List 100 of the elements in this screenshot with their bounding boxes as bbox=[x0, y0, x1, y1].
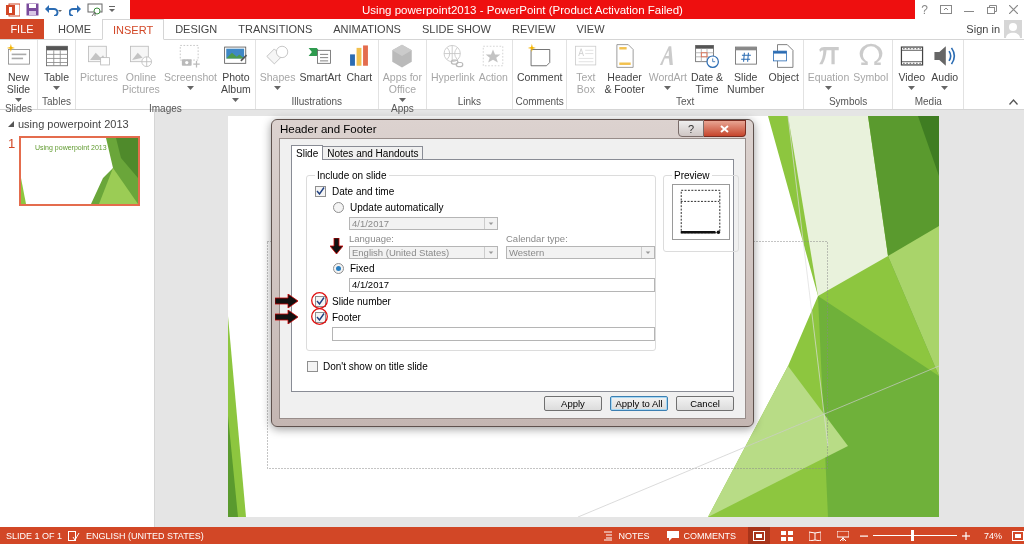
group-label: Comments bbox=[515, 95, 564, 109]
dialog-tab[interactable]: Notes and Handouts bbox=[322, 146, 424, 159]
ribbon-button[interactable]: Slide Number bbox=[725, 40, 767, 95]
checkbox[interactable] bbox=[315, 311, 326, 323]
dialog-tab[interactable]: Slide bbox=[291, 145, 324, 160]
reading-view-icon bbox=[809, 530, 821, 541]
expanded-triangle-icon[interactable] bbox=[8, 121, 14, 127]
ribbon-tab[interactable]: DESIGN bbox=[165, 19, 228, 39]
down-arrow-icon bbox=[330, 238, 343, 254]
view-button[interactable] bbox=[748, 527, 770, 544]
ribbon-tab[interactable]: SLIDE SHOW bbox=[411, 19, 501, 39]
save-icon[interactable] bbox=[26, 3, 39, 16]
caret-icon bbox=[15, 98, 22, 102]
ribbon-tab[interactable]: INSERT bbox=[102, 19, 165, 40]
highlight-circle bbox=[311, 308, 328, 325]
object-icon bbox=[770, 43, 797, 69]
collapse-ribbon-icon[interactable] bbox=[1009, 99, 1018, 105]
group-label: Images bbox=[149, 102, 182, 115]
notes-button[interactable]: NOTES bbox=[596, 530, 656, 541]
online-picture-icon bbox=[127, 43, 154, 69]
slide-sorter-icon bbox=[781, 530, 793, 541]
group-label: Illustrations bbox=[291, 95, 343, 109]
normal-view-icon bbox=[753, 530, 765, 541]
notes-icon bbox=[602, 530, 615, 541]
ribbon-button[interactable]: SmartArt bbox=[297, 40, 343, 95]
ribbon-button[interactable]: New Slide bbox=[2, 40, 35, 102]
radio-label[interactable]: Update automatically bbox=[350, 201, 444, 213]
checkbox-label[interactable]: Don't show on title slide bbox=[323, 360, 428, 372]
ribbon-button[interactable]: Photo Album bbox=[219, 40, 253, 102]
help-button[interactable]: ? bbox=[678, 120, 704, 137]
text-box-icon bbox=[572, 43, 599, 69]
comments-button[interactable]: COMMENTS bbox=[661, 530, 742, 541]
caret-icon bbox=[274, 86, 282, 90]
group-label: Links bbox=[457, 95, 482, 109]
restore-icon[interactable] bbox=[986, 5, 997, 14]
ribbon-button[interactable]: Video bbox=[895, 40, 929, 95]
checkbox[interactable] bbox=[307, 360, 318, 372]
ribbon-tab[interactable]: TRANSITIONS bbox=[228, 19, 323, 39]
checkbox-label[interactable]: Slide number bbox=[332, 295, 391, 307]
redo-icon[interactable] bbox=[69, 3, 81, 16]
radio-button[interactable] bbox=[333, 262, 344, 274]
close-icon[interactable] bbox=[1008, 5, 1018, 14]
undo-icon[interactable] bbox=[45, 3, 63, 16]
ribbon-tab[interactable]: HOME bbox=[48, 19, 101, 39]
caret-icon bbox=[398, 98, 406, 102]
fit-slide-icon[interactable] bbox=[1012, 530, 1024, 541]
ribbon-button[interactable]: Audio bbox=[928, 40, 962, 95]
presentation-icon[interactable] bbox=[87, 2, 103, 17]
comment-icon bbox=[526, 43, 553, 69]
checkbox-label[interactable]: Date and time bbox=[332, 185, 395, 197]
picture-icon bbox=[85, 43, 112, 69]
checkbox[interactable] bbox=[315, 185, 326, 197]
slider-thumb[interactable] bbox=[910, 530, 914, 541]
language-indicator[interactable]: ENGLISH (UNITED STATES) bbox=[86, 530, 204, 541]
close-button[interactable] bbox=[704, 120, 746, 137]
proofing-icon[interactable] bbox=[68, 530, 81, 541]
ribbon-button[interactable]: Chart bbox=[342, 40, 376, 95]
dialog-button[interactable]: Apply to All bbox=[610, 396, 668, 411]
ribbon-button[interactable]: Table bbox=[40, 40, 73, 95]
file-tab[interactable]: FILE bbox=[0, 19, 44, 39]
slide-number: 1 bbox=[8, 136, 17, 153]
caret-icon bbox=[53, 86, 60, 90]
radio-label[interactable]: Fixed bbox=[350, 262, 375, 274]
ribbon-button[interactable]: Header & Footer bbox=[602, 40, 647, 95]
dialog-button[interactable]: Cancel bbox=[676, 396, 734, 411]
zoom-in-icon[interactable] bbox=[962, 531, 970, 540]
sign-in-link[interactable]: Sign in bbox=[966, 23, 1000, 35]
right-arrow-icon bbox=[275, 310, 298, 324]
film-icon bbox=[898, 43, 925, 69]
table-icon bbox=[43, 43, 70, 69]
slide-preview-drawing bbox=[672, 184, 730, 240]
ribbon-button[interactable]: Object bbox=[766, 40, 801, 95]
zoom-level[interactable]: 74% bbox=[984, 530, 1002, 541]
ribbon-tab[interactable]: VIEW bbox=[566, 19, 615, 39]
ribbon-button[interactable]: Date & Time bbox=[689, 40, 726, 95]
help-button[interactable]: ? bbox=[921, 2, 928, 17]
group-label: Symbols bbox=[828, 95, 868, 109]
ribbon-tab[interactable]: REVIEW bbox=[502, 19, 566, 39]
date-field[interactable]: 4/1/2017 bbox=[349, 277, 655, 292]
checkbox[interactable] bbox=[315, 295, 326, 307]
caret-icon bbox=[941, 86, 949, 90]
caret-icon bbox=[908, 86, 916, 90]
dialog-button[interactable]: Apply bbox=[544, 396, 602, 411]
caret-icon bbox=[232, 98, 240, 102]
slide-counter: SLIDE 1 OF 1 bbox=[6, 530, 63, 541]
caret-icon bbox=[825, 86, 833, 90]
section-title[interactable]: using powerpoint 2013 bbox=[18, 118, 129, 130]
footer-field[interactable] bbox=[332, 326, 655, 341]
ribbon-button[interactable]: Comment bbox=[514, 40, 565, 95]
customize-caret-icon[interactable] bbox=[109, 5, 115, 14]
app-icon bbox=[6, 2, 20, 17]
radio-button[interactable] bbox=[333, 201, 344, 213]
caret-icon bbox=[664, 86, 672, 90]
comment-icon bbox=[667, 530, 680, 541]
preview-title: Preview bbox=[673, 170, 711, 181]
ribbon-display-icon[interactable] bbox=[940, 5, 953, 14]
group-label: Media bbox=[914, 95, 942, 109]
ribbon-tab[interactable]: ANIMATIONS bbox=[323, 19, 411, 39]
checkmark-icon bbox=[316, 187, 325, 195]
checkbox-label[interactable]: Footer bbox=[332, 311, 361, 323]
